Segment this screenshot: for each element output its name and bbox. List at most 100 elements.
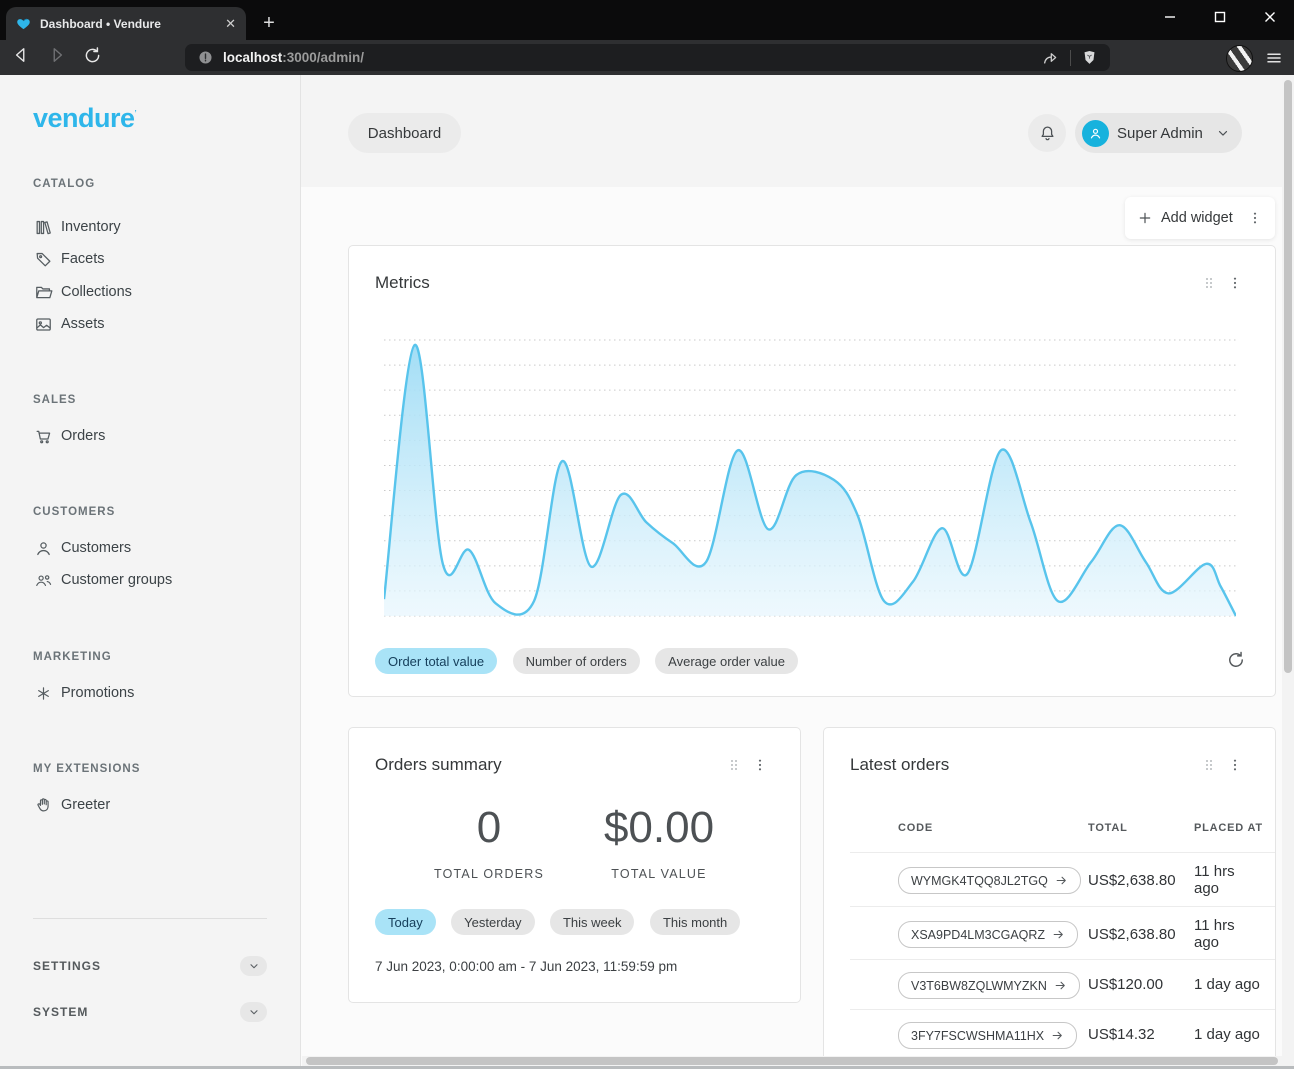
url-bar[interactable]: localhost:3000/admin/ bbox=[185, 44, 1110, 71]
orders-summary-widget: Orders summary 0 TOTAL ORDERS $0.00 TOTA… bbox=[348, 727, 801, 1003]
settings-expand-button[interactable] bbox=[240, 956, 267, 976]
table-row: 3FY7FSCWSHMA11HX US$14.32 1 day ago bbox=[850, 1009, 1276, 1060]
chip-average-order-value[interactable]: Average order value bbox=[655, 648, 798, 674]
sidebar-item-greeter[interactable]: Greeter bbox=[0, 790, 300, 820]
chip-number-of-orders[interactable]: Number of orders bbox=[513, 648, 640, 674]
browser-window: Dashboard • Vendure ✕ + localhost:3000/a… bbox=[0, 0, 1294, 1069]
brave-shield-icon[interactable] bbox=[1081, 49, 1098, 66]
table-row: XSA9PD4LM3CGAQRZ US$2,638.80 11 hrs ago bbox=[850, 906, 1276, 960]
section-label-my-extensions: MY EXTENSIONS bbox=[33, 763, 140, 775]
sidebar-item-customer-groups[interactable]: Customer groups bbox=[0, 565, 300, 595]
inventory-icon bbox=[34, 218, 53, 237]
sidebar-item-facets[interactable]: Facets bbox=[0, 244, 300, 274]
table-row: V3T6BW8ZQLWMYZKN US$120.00 1 day ago bbox=[850, 959, 1276, 1010]
user-menu-button[interactable]: Super Admin bbox=[1075, 113, 1242, 153]
folder-icon bbox=[34, 283, 53, 302]
drag-handle-icon[interactable] bbox=[1201, 757, 1217, 773]
date-range-chips: Today Yesterday This week This month bbox=[375, 909, 751, 935]
window-close-icon[interactable] bbox=[1256, 5, 1284, 29]
sidebar-divider bbox=[33, 918, 267, 919]
plus-icon bbox=[1137, 210, 1153, 226]
site-info-icon[interactable] bbox=[197, 49, 214, 66]
column-header-total: TOTAL bbox=[1088, 822, 1128, 834]
image-icon bbox=[34, 315, 53, 334]
reload-icon[interactable] bbox=[82, 45, 103, 71]
system-expand-button[interactable] bbox=[240, 1002, 267, 1022]
sidebar-item-customers[interactable]: Customers bbox=[0, 533, 300, 563]
notifications-button[interactable] bbox=[1028, 114, 1066, 152]
order-code-link[interactable]: WYMGK4TQQ8JL2TGQ bbox=[898, 867, 1081, 894]
drag-handle-icon[interactable] bbox=[1201, 275, 1217, 291]
breadcrumb[interactable]: Dashboard bbox=[348, 113, 461, 153]
logo-mark: ’ bbox=[135, 109, 137, 120]
kebab-menu-icon[interactable] bbox=[1227, 757, 1243, 773]
chip-yesterday[interactable]: Yesterday bbox=[451, 909, 534, 935]
user-name: Super Admin bbox=[1117, 125, 1208, 142]
share-icon[interactable] bbox=[1041, 48, 1060, 67]
sidebar-item-promotions[interactable]: Promotions bbox=[0, 678, 300, 708]
browser-profile-avatar[interactable] bbox=[1226, 45, 1253, 72]
order-placed-at: 1 day ago bbox=[1194, 976, 1276, 993]
arrow-right-icon bbox=[1055, 874, 1068, 887]
kebab-menu-icon[interactable] bbox=[752, 757, 768, 773]
tab-close-icon[interactable]: ✕ bbox=[225, 17, 236, 30]
refresh-icon bbox=[1225, 649, 1247, 671]
metrics-area-chart bbox=[384, 336, 1236, 620]
latest-orders-widget: Latest orders CODE TOTAL PLACED AT WYMGK… bbox=[823, 727, 1276, 1069]
sidebar-item-orders[interactable]: Orders bbox=[0, 421, 300, 451]
kebab-menu-icon[interactable] bbox=[1227, 275, 1243, 291]
tag-icon bbox=[34, 250, 53, 269]
chip-today[interactable]: Today bbox=[375, 909, 436, 935]
order-total: US$2,638.80 bbox=[1088, 872, 1176, 889]
kebab-menu-icon[interactable] bbox=[1247, 210, 1263, 226]
vertical-scrollbar-thumb[interactable] bbox=[1284, 80, 1292, 673]
new-tab-button[interactable]: + bbox=[256, 10, 282, 36]
horizontal-scrollbar-thumb[interactable] bbox=[306, 1057, 1278, 1065]
order-placed-at: 1 day ago bbox=[1194, 1026, 1276, 1043]
toolbar-divider bbox=[1070, 50, 1071, 66]
section-label-customers: CUSTOMERS bbox=[33, 506, 115, 518]
back-icon[interactable] bbox=[10, 44, 32, 71]
sidebar-section-settings[interactable]: SETTINGS bbox=[33, 952, 267, 980]
order-code-link[interactable]: V3T6BW8ZQLWMYZKN bbox=[898, 972, 1080, 999]
drag-handle-icon[interactable] bbox=[726, 757, 742, 773]
order-placed-at: 11 hrs ago bbox=[1194, 863, 1256, 898]
order-placed-at: 11 hrs ago bbox=[1194, 917, 1256, 952]
sidebar-section-system[interactable]: SYSTEM bbox=[33, 998, 267, 1026]
browser-tab[interactable]: Dashboard • Vendure ✕ bbox=[6, 7, 246, 40]
bell-icon bbox=[1038, 124, 1057, 143]
column-header-code: CODE bbox=[898, 822, 933, 834]
widget-title: Metrics bbox=[375, 273, 430, 293]
sidebar-item-assets[interactable]: Assets bbox=[0, 309, 300, 339]
add-widget-button[interactable]: Add widget bbox=[1125, 197, 1275, 239]
user-icon bbox=[34, 539, 53, 558]
table-row: WYMGK4TQQ8JL2TGQ US$2,638.80 11 hrs ago bbox=[850, 852, 1276, 907]
window-controls bbox=[1156, 4, 1284, 30]
asterisk-icon bbox=[34, 684, 53, 703]
url-path: :3000/admin/ bbox=[282, 50, 364, 65]
metrics-widget: Metrics Order total value Number of orde… bbox=[348, 245, 1276, 697]
refresh-button[interactable] bbox=[1225, 649, 1247, 676]
sidebar-item-collections[interactable]: Collections bbox=[0, 277, 300, 307]
chip-this-week[interactable]: This week bbox=[550, 909, 635, 935]
window-minimize-icon[interactable] bbox=[1156, 5, 1184, 29]
sidebar-item-inventory[interactable]: Inventory bbox=[0, 212, 300, 242]
chip-this-month[interactable]: This month bbox=[650, 909, 740, 935]
chip-order-total-value[interactable]: Order total value bbox=[375, 648, 497, 674]
total-value-stat: $0.00 TOTAL VALUE bbox=[579, 803, 739, 881]
section-label-marketing: MARKETING bbox=[33, 651, 112, 663]
order-code-link[interactable]: XSA9PD4LM3CGAQRZ bbox=[898, 921, 1078, 948]
order-code-link[interactable]: 3FY7FSCWSHMA11HX bbox=[898, 1022, 1077, 1049]
avatar bbox=[1082, 120, 1109, 147]
chevron-down-icon bbox=[248, 960, 260, 972]
forward-icon[interactable] bbox=[46, 44, 68, 71]
browser-menu-icon[interactable] bbox=[1262, 45, 1286, 70]
arrow-right-icon bbox=[1051, 1029, 1064, 1042]
users-icon bbox=[34, 571, 53, 590]
section-label-sales: SALES bbox=[33, 394, 76, 406]
total-orders-stat: 0 TOTAL ORDERS bbox=[409, 803, 569, 881]
window-maximize-icon[interactable] bbox=[1206, 5, 1234, 29]
url-host: localhost bbox=[223, 50, 282, 65]
date-range-text: 7 Jun 2023, 0:00:00 am - 7 Jun 2023, 11:… bbox=[375, 959, 677, 974]
browser-tabstrip: Dashboard • Vendure ✕ + bbox=[0, 0, 1294, 40]
